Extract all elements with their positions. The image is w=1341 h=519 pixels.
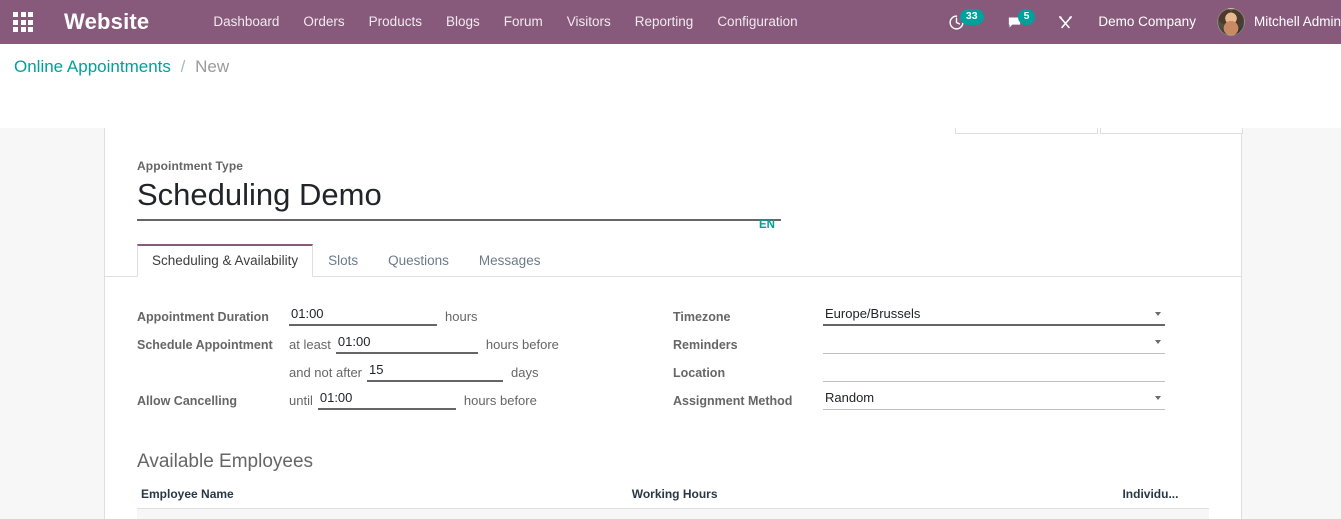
not-after-prefix: and not after [289, 365, 362, 380]
menu-item-visitors[interactable]: Visitors [555, 0, 623, 44]
user-avatar [1216, 8, 1245, 36]
field-row-schedule-not-after: and not after 15 days [137, 359, 639, 387]
table-row[interactable]: Mitchell Admin Standard 40 hours/week ✖ [137, 508, 1209, 519]
brand-title[interactable]: Website [64, 9, 149, 35]
tab-slots[interactable]: Slots [313, 244, 373, 277]
assignment-method-select[interactable]: Random [823, 387, 1165, 410]
language-badge[interactable]: EN [759, 219, 775, 231]
main-menu: Dashboard Orders Products Blogs Forum Vi… [201, 0, 809, 44]
timezone-select[interactable]: Europe/Brussels [823, 303, 1165, 326]
user-name-label: Mitchell Admin [1253, 14, 1341, 29]
field-row-location: Location [673, 359, 1209, 387]
cancel-hours-input[interactable]: 01:00 [317, 387, 456, 410]
tools-icon [1059, 15, 1073, 28]
allow-cancelling-label: Allow Cancelling [137, 394, 238, 408]
messages-count-badge: 5 [1017, 9, 1036, 25]
reminders-select[interactable] [823, 331, 1165, 354]
activity-menu-button[interactable]: 33 [937, 0, 995, 44]
appointment-type-input[interactable]: Scheduling Demo [137, 173, 781, 221]
appointment-type-caption: Appointment Type [137, 159, 244, 173]
reminders-label: Reminders [673, 338, 738, 352]
user-menu[interactable]: Mitchell Admin [1209, 0, 1341, 44]
field-row-timezone: Timezone Europe/Brussels [673, 303, 1209, 331]
tab-questions[interactable]: Questions [373, 244, 464, 277]
timezone-label: Timezone [673, 310, 731, 324]
assignment-method-label: Assignment Method [673, 394, 793, 408]
location-input[interactable] [823, 359, 1165, 382]
reminders-field [823, 331, 1165, 354]
appointment-type-row: Scheduling Demo EN [137, 173, 781, 231]
right-gutter [1242, 128, 1341, 519]
location-field [823, 359, 1165, 382]
timezone-field: Europe/Brussels [823, 303, 1165, 326]
breadcrumb-root[interactable]: Online Appointments [14, 57, 171, 76]
cancel-until-prefix: until [289, 393, 313, 408]
column-header-employee-name[interactable]: Employee Name [137, 482, 628, 509]
appointment-duration-input[interactable]: 01:00 [289, 303, 437, 326]
table-head: Employee Name Working Hours Individu... [137, 482, 1209, 509]
menu-item-dashboard[interactable]: Dashboard [201, 0, 291, 44]
form-fields-grid: Appointment Duration 01:00 hours Schedul… [137, 277, 1209, 415]
menu-item-blogs[interactable]: Blogs [434, 0, 492, 44]
at-least-suffix: hours before [485, 337, 559, 352]
field-row-assignment-method: Assignment Method Random [673, 387, 1209, 415]
systray: 33 5 Demo Company Mitchell Admin [937, 0, 1341, 44]
menu-item-forum[interactable]: Forum [492, 0, 555, 44]
menu-item-products[interactable]: Products [357, 0, 434, 44]
debug-menu-button[interactable] [1046, 0, 1085, 44]
notebook-tabs: Scheduling & Availability Slots Question… [105, 244, 1241, 277]
field-row-appointment-duration: Appointment Duration 01:00 hours [137, 303, 639, 331]
breadcrumb-separator: / [180, 57, 186, 76]
menu-item-reporting[interactable]: Reporting [623, 0, 706, 44]
location-label: Location [673, 366, 726, 380]
messaging-menu-button[interactable]: 5 [995, 0, 1047, 44]
table-header-row: Employee Name Working Hours Individu... [137, 482, 1209, 509]
table-body: Mitchell Admin Standard 40 hours/week ✖ [137, 508, 1209, 519]
max-schedule-days-input[interactable]: 15 [367, 359, 503, 382]
form-view-content: Appointment Type Scheduling Demo EN Sche… [0, 128, 1341, 519]
cell-delete: ✖ [1118, 508, 1209, 519]
form-sheet: Appointment Type Scheduling Demo EN Sche… [104, 128, 1243, 519]
top-navbar: Website Dashboard Orders Products Blogs … [0, 0, 1341, 44]
menu-item-orders[interactable]: Orders [291, 0, 356, 44]
field-row-allow-cancelling: Allow Cancelling until 01:00 hours befor… [137, 387, 639, 415]
form-right-column: Timezone Europe/Brussels Reminders Locat… [673, 303, 1209, 415]
apps-menu-button[interactable] [0, 0, 46, 44]
cell-working-hours[interactable]: Standard 40 hours/week [627, 508, 1119, 519]
appointment-duration-suffix: hours [445, 309, 478, 324]
available-employees-title: Available Employees [137, 451, 314, 472]
breadcrumb: Online Appointments / New [14, 56, 229, 78]
min-schedule-hours-input[interactable]: 01:00 [335, 331, 478, 354]
activity-count-badge: 33 [959, 9, 984, 25]
column-header-individual[interactable]: Individu... [1118, 482, 1209, 509]
appointment-duration-label: Appointment Duration [137, 310, 269, 324]
tab-messages[interactable]: Messages [464, 244, 556, 277]
at-least-prefix: at least [289, 337, 331, 352]
menu-item-configuration[interactable]: Configuration [705, 0, 809, 44]
assignment-method-field: Random [823, 387, 1165, 410]
field-row-schedule-at-least: Schedule Appointment at least 01:00 hour… [137, 331, 639, 359]
company-switcher[interactable]: Demo Company [1085, 0, 1209, 44]
column-header-working-hours[interactable]: Working Hours [627, 482, 1119, 509]
title-block: Appointment Type Scheduling Demo EN [137, 128, 1209, 231]
control-panel: Online Appointments / New SAVE DISCARD [0, 44, 1341, 163]
cancel-until-suffix: hours before [463, 393, 537, 408]
tab-scheduling-availability[interactable]: Scheduling & Availability [137, 244, 314, 277]
schedule-appointment-label: Schedule Appointment [137, 338, 273, 352]
field-row-reminders: Reminders [673, 331, 1209, 359]
not-after-suffix: days [511, 365, 539, 380]
form-left-column: Appointment Duration 01:00 hours Schedul… [137, 303, 673, 415]
breadcrumb-current: New [195, 57, 230, 76]
available-employees-table: Employee Name Working Hours Individu... … [137, 482, 1209, 519]
cell-employee-name[interactable]: Mitchell Admin [137, 508, 628, 519]
apps-grid-icon [13, 12, 33, 32]
